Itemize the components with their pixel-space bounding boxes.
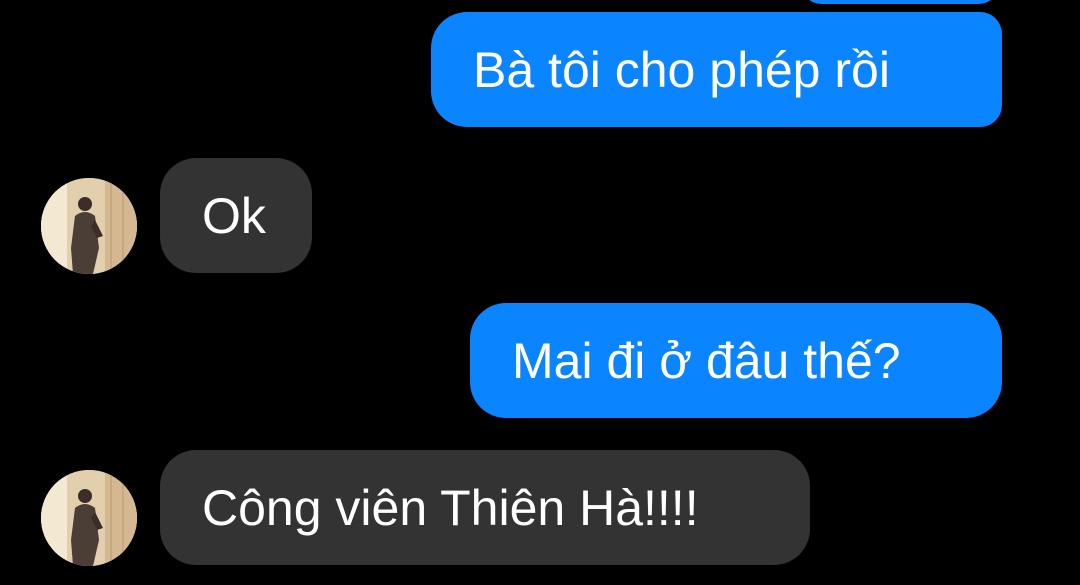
message-text: Ok: [202, 187, 266, 244]
message-bubble-sent-partial[interactable]: [800, 0, 1000, 4]
message-text: Công viên Thiên Hà!!!!: [202, 479, 699, 536]
message-bubble-received[interactable]: Ok: [160, 158, 312, 273]
contact-avatar[interactable]: [41, 470, 137, 566]
message-text: Bà tôi cho phép rồi: [473, 41, 890, 98]
message-bubble-sent[interactable]: Bà tôi cho phép rồi: [431, 12, 1002, 127]
contact-avatar[interactable]: [41, 178, 137, 274]
message-text: Mai đi ở đâu thế?: [512, 332, 901, 389]
person-photo-icon: [41, 470, 137, 566]
message-bubble-received[interactable]: Công viên Thiên Hà!!!!: [160, 450, 810, 565]
person-photo-icon: [41, 178, 137, 274]
message-bubble-sent[interactable]: Mai đi ở đâu thế?: [470, 303, 1002, 418]
